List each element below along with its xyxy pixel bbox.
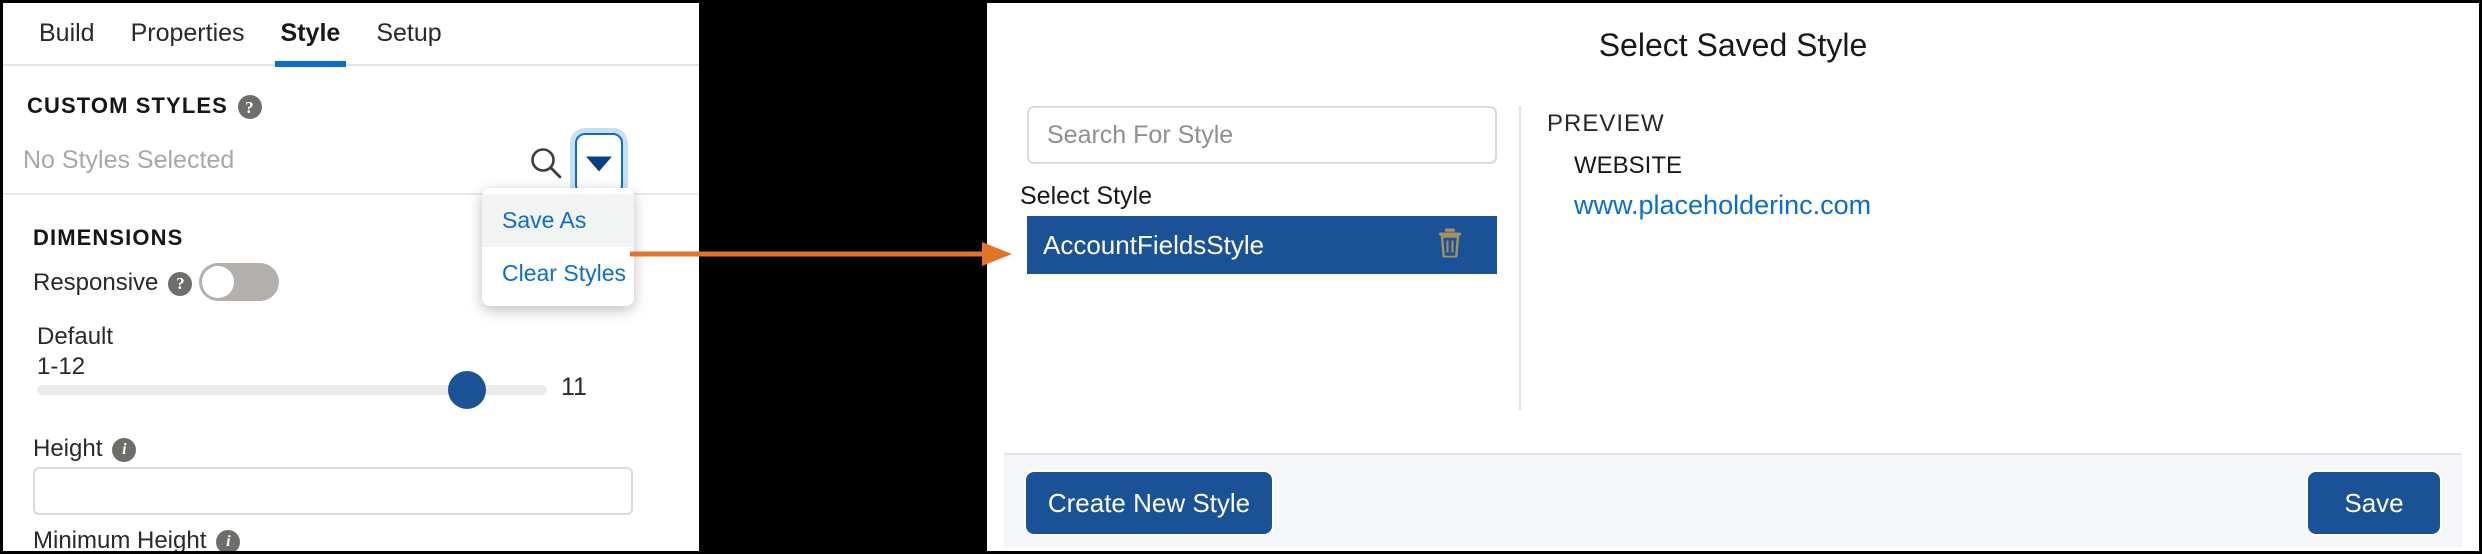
menu-item-save-as-label: Save As [502, 207, 587, 233]
menu-item-save-as[interactable]: Save As [482, 194, 634, 247]
modal-footer: Create New Style Save [1004, 453, 2462, 548]
style-actions-dropdown-button[interactable] [575, 133, 623, 195]
help-icon[interactable]: ? [237, 95, 262, 120]
search-icon[interactable] [526, 143, 566, 183]
chevron-down-icon [586, 156, 612, 172]
minimum-height-info-icon[interactable]: i [216, 529, 241, 551]
responsive-label-text: Responsive [33, 269, 159, 296]
tab-properties-label: Properties [130, 19, 245, 47]
list-item[interactable]: AccountFieldsStyle [1027, 216, 1497, 274]
style-list: AccountFieldsStyle [1027, 216, 1497, 274]
minimum-height-label: Minimum Height i [33, 527, 241, 554]
height-label-text: Height [33, 435, 103, 462]
select-saved-style-modal: Select Saved Style Select Style AccountF… [984, 0, 2482, 554]
modal-header: Select Saved Style [987, 3, 2479, 88]
tab-style[interactable]: Style [263, 3, 359, 67]
tab-style-label: Style [280, 19, 341, 47]
tab-setup[interactable]: Setup [358, 3, 459, 65]
default-label: Default [37, 323, 114, 350]
dimensions-heading: DIMENSIONS [33, 225, 183, 251]
style-name: AccountFieldsStyle [1043, 229, 1265, 260]
responsive-label: Responsive? [33, 269, 193, 297]
modal-body: Select Style AccountFieldsStyle [1004, 88, 2462, 459]
column-range-label: 1-12 [37, 353, 86, 380]
style-editor-panel: Build Properties Style Setup CUSTOM STYL… [0, 0, 702, 554]
panel-divider-vertical [1519, 106, 1521, 410]
minimum-height-label-text: Minimum Height [33, 527, 207, 554]
style-actions-menu: Save As Clear Styles [482, 188, 634, 306]
custom-styles-heading-label: CUSTOM STYLES [27, 93, 228, 118]
tab-setup-label: Setup [376, 19, 442, 47]
responsive-toggle[interactable] [199, 263, 279, 301]
page-title: Select Saved Style [1598, 27, 1868, 63]
preview-heading: PREVIEW [1547, 110, 1665, 137]
modal-body-card: Select Style AccountFieldsStyle [1004, 88, 2462, 459]
screenshot-root: Build Properties Style Setup CUSTOM STYL… [0, 0, 2482, 554]
preview-field-label: WEBSITE [1574, 152, 1683, 179]
callout-arrow [630, 234, 1015, 274]
tab-build-label: Build [39, 19, 95, 47]
save-button[interactable]: Save [2308, 472, 2440, 534]
slider-value: 11 [561, 373, 587, 401]
select-style-label: Select Style [1020, 182, 1153, 210]
height-info-icon[interactable]: i [112, 437, 137, 462]
menu-item-clear-styles[interactable]: Clear Styles [482, 247, 634, 300]
tab-build[interactable]: Build [21, 3, 113, 65]
preview-website-link[interactable]: www.placeholderinc.com [1574, 190, 1871, 221]
no-styles-selected-text: No Styles Selected [23, 146, 235, 174]
dimensions-heading-label: DIMENSIONS [33, 225, 184, 250]
panel-tabbar: Build Properties Style Setup [3, 3, 699, 67]
menu-item-clear-styles-label: Clear Styles [502, 260, 626, 286]
custom-styles-row: No Styles Selected [3, 128, 699, 195]
search-style-input[interactable] [1027, 106, 1497, 164]
custom-styles-heading: CUSTOM STYLES? [27, 93, 262, 120]
height-input[interactable] [33, 467, 633, 515]
slider-thumb[interactable] [448, 371, 486, 409]
create-new-style-button[interactable]: Create New Style [1026, 472, 1272, 534]
tab-properties[interactable]: Properties [113, 3, 263, 65]
toggle-knob [202, 266, 234, 298]
trash-icon[interactable] [1437, 228, 1463, 263]
height-label: Height i [33, 435, 137, 463]
responsive-help-icon[interactable]: ? [168, 271, 193, 296]
